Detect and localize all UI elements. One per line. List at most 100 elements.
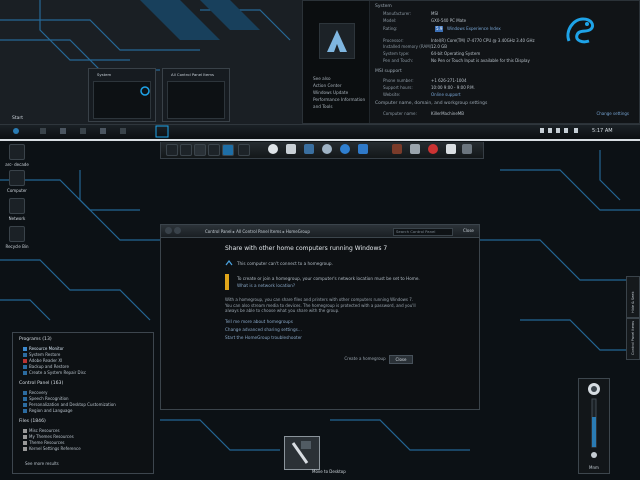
close-button[interactable]: Close <box>463 228 474 233</box>
result-recovery[interactable]: Recovery <box>29 390 48 395</box>
ram-label: Installed memory (RAM): 12.0 GB <box>383 44 448 49</box>
dock-icon-1[interactable] <box>166 144 178 156</box>
breadcrumb-all-items[interactable]: All Control Panel Items <box>236 229 281 234</box>
start-menu-search-results: Programs (13) Resource Monitor System Re… <box>12 332 154 474</box>
model-value: GX0-540 PC Mate <box>431 18 467 23</box>
breadcrumb[interactable]: Control Panel ▸ All Control Panel Items … <box>205 229 310 234</box>
create-homegroup-button[interactable]: Create a homegroup <box>343 355 387 362</box>
volume-slider[interactable] <box>579 379 609 473</box>
dock-icon-ball[interactable] <box>322 144 332 154</box>
control-panel-icon <box>23 403 27 407</box>
dock-icon-record[interactable] <box>428 144 438 154</box>
online-support-link[interactable]: Online support <box>431 92 461 98</box>
side-tab-control-panel[interactable]: Control Panel Items <box>626 318 640 360</box>
performance-link[interactable]: Performance Information and Tools <box>313 96 369 110</box>
change-settings-link[interactable]: Change settings <box>596 111 629 116</box>
gadget-label: Mnm <box>589 465 599 470</box>
homegroup-window: Control Panel ▸ All Control Panel Items … <box>160 224 480 410</box>
recycle-bin-icon <box>9 226 25 242</box>
result-personalization[interactable]: Personalization and Desktop Customizatio… <box>29 402 116 407</box>
network-icon <box>9 198 25 214</box>
desktop-tile[interactable] <box>284 436 320 470</box>
desktop-icon-network[interactable]: Network <box>4 198 30 221</box>
tell-me-more-link[interactable]: Tell me more about homegroups <box>225 319 293 324</box>
network-location-link[interactable]: What is a network location? <box>237 283 295 288</box>
file-icon <box>23 447 27 451</box>
pen-touch-label: Pen and Touch: No Pen or Touch Input is a… <box>383 58 530 63</box>
dock-icon-mail[interactable] <box>358 144 368 154</box>
result-misc-resources[interactable]: Misc Resources <box>29 428 60 433</box>
result-resource-monitor[interactable]: Resource Monitor <box>29 346 64 351</box>
result-adobe-reader[interactable]: Adobe Reader XI <box>29 358 62 363</box>
see-more-results-link[interactable]: See more results <box>25 461 59 466</box>
files-header[interactable]: Files (1846) <box>19 419 46 424</box>
rating-link[interactable]: Windows Experience Index <box>447 26 501 32</box>
thumbnail-system[interactable]: System <box>88 68 156 122</box>
result-region-language[interactable]: Region and Language <box>29 408 73 413</box>
breadcrumb-homegroup[interactable]: HomeGroup <box>286 229 310 234</box>
control-panel-icon <box>23 409 27 413</box>
manufacturer-label: Manufacturer: MSI <box>383 11 439 16</box>
desktop-icon-arc[interactable]: arc- decade <box>4 144 30 167</box>
result-repair-disc[interactable]: Create a System Repair Disc <box>29 370 86 375</box>
tile-label: Move to Desktop <box>312 469 346 474</box>
clock[interactable]: 5:17 AM <box>592 128 613 134</box>
start-label[interactable]: Start <box>12 116 23 121</box>
dock-icon-4[interactable] <box>208 144 220 156</box>
side-tab-hide-seek[interactable]: Hide & Seek <box>626 276 640 318</box>
result-backup-restore[interactable]: Backup and Restore <box>29 364 69 369</box>
programs-header[interactable]: Programs (13) <box>19 337 52 342</box>
control-panel-icon <box>23 391 27 395</box>
pen-touch-value: No Pen or Touch Input is available for t… <box>431 58 530 63</box>
processor-value: Intel(R) Core(TM) i7-4770 CPU @ 3.40GHz … <box>431 38 535 43</box>
dock-icon-clock[interactable] <box>268 144 278 154</box>
homegroup-description: With a homegroup, you can share files an… <box>225 297 416 313</box>
system-section-header: System <box>375 4 392 9</box>
close-homegroup-button[interactable]: Close <box>389 355 413 364</box>
dock-icon-3[interactable] <box>194 144 206 156</box>
dock-icon-6[interactable] <box>238 144 250 156</box>
result-system-restore[interactable]: System Restore <box>29 352 60 357</box>
pen-icon <box>291 441 311 464</box>
thumbnail-control-panel[interactable]: All Control Panel Items <box>162 68 230 122</box>
desktop-icon-arc-label: arc- decade <box>5 162 29 167</box>
windows-logo <box>319 23 355 59</box>
file-icon <box>23 441 27 445</box>
system-type-label: System type: 64-bit Operating System <box>383 51 481 56</box>
msi-dragon-small-icon <box>140 86 150 96</box>
dock-icon-2[interactable] <box>180 144 192 156</box>
control-panel-header[interactable]: Control Panel (163) <box>19 381 63 386</box>
dock-icon-monitor[interactable] <box>304 144 314 154</box>
advanced-sharing-link[interactable]: Change advanced sharing settings... <box>225 327 302 332</box>
side-tab-hide-seek-label: Hide & Seek <box>631 291 635 314</box>
dock-icon-game[interactable] <box>392 144 402 154</box>
dock-icon-printer[interactable] <box>446 144 456 154</box>
dock-icon-5[interactable] <box>222 144 234 156</box>
dock-icon-gear[interactable] <box>462 144 472 154</box>
warning-icon <box>225 274 229 290</box>
troubleshooter-link[interactable]: Start the HomeGroup troubleshooter <box>225 335 302 340</box>
desktop-icon-computer[interactable]: Computer <box>4 170 30 193</box>
msi-dragon-icon <box>566 17 595 44</box>
dock-icon-tool[interactable] <box>410 144 420 154</box>
computer-name-value: KillerMachineMB <box>431 111 465 116</box>
result-my-themes[interactable]: My Themes Resources <box>29 434 74 439</box>
homegroup-icon <box>225 260 233 266</box>
model-label: Model: GX0-540 PC Mate <box>383 18 467 23</box>
forward-arrow-icon[interactable] <box>174 227 181 234</box>
search-input[interactable]: Search Control Panel <box>393 228 453 236</box>
result-theme-resources[interactable]: Theme Resources <box>29 440 65 445</box>
dock-icon-notes[interactable] <box>286 144 296 154</box>
ram-value: 12.0 GB <box>431 44 448 49</box>
result-speech-recognition[interactable]: Speech Recognition <box>29 396 69 401</box>
result-kernel-settings[interactable]: Kernel Settings Reference <box>29 446 81 451</box>
system-type-value: 64-bit Operating System <box>431 51 481 56</box>
dock-icon-globe[interactable] <box>340 144 350 154</box>
back-arrow-icon[interactable] <box>165 227 172 234</box>
control-panel-icon <box>23 397 27 401</box>
breadcrumb-control-panel[interactable]: Control Panel <box>205 229 232 234</box>
windows-update-link[interactable]: Windows Update <box>313 89 369 96</box>
action-center-link[interactable]: Action Center <box>313 82 369 89</box>
desktop-icon-recycle-bin[interactable]: Recycle Bin <box>4 226 30 249</box>
volume-gadget: Mnm <box>578 378 610 474</box>
